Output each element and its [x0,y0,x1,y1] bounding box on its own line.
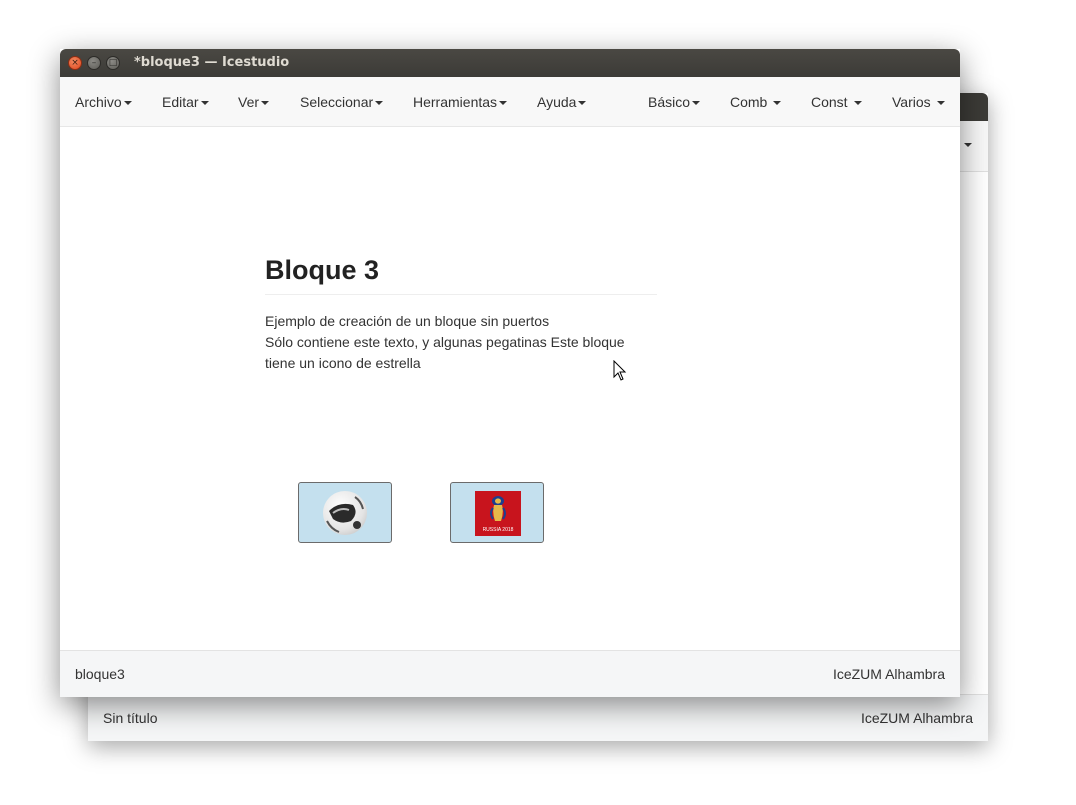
icestudio-window: × – □ *bloque3 — Icestudio Archivo Edita… [60,49,960,697]
caret-down-icon [499,101,508,106]
maximize-icon: □ [108,58,118,68]
menu-label: Archivo [75,94,122,110]
menu-label: Const [811,94,848,110]
project-name: bloque3 [75,666,125,682]
close-button[interactable]: × [68,56,82,70]
caret-down-icon [123,101,132,106]
menubar: Archivo Editar Ver Seleccionar Herramien… [60,77,960,127]
menu-comb[interactable]: Comb [730,94,782,110]
chevron-down-icon[interactable] [964,143,972,147]
caret-down-icon [936,101,945,106]
caret-down-icon [261,101,270,106]
emblem-sticker[interactable]: RUSSIA 2018 [450,482,544,543]
soccer-ball-icon [323,491,367,535]
background-project-name: Sin título [103,710,158,726]
window-titlebar[interactable]: × – □ *bloque3 — Icestudio [60,49,960,77]
menu-label: Herramientas [413,94,498,110]
info-title: Bloque 3 [265,254,657,295]
menu-ayuda[interactable]: Ayuda [537,94,587,110]
menu-label: Editar [162,94,199,110]
background-board-name: IceZUM Alhambra [860,710,973,726]
board-name[interactable]: IceZUM Alhambra [833,666,945,682]
menu-herramientas[interactable]: Herramientas [413,94,508,110]
menu-const[interactable]: Const [811,94,862,110]
menu-label: Seleccionar [300,94,374,110]
design-canvas[interactable]: Bloque 3 Ejemplo de creación de un bloqu… [60,127,960,650]
menu-label: Comb [730,94,768,110]
background-window-footer: Sin título IceZUM Alhambra [88,694,988,741]
window-title: *bloque3 — Icestudio [134,55,290,70]
close-icon: × [71,58,79,68]
caret-down-icon [853,101,862,106]
minimize-button[interactable]: – [87,56,101,70]
ball-sticker[interactable] [298,482,392,543]
menu-label: Básico [648,94,691,110]
caret-down-icon [692,101,701,106]
menu-label: Varios [892,94,931,110]
menu-archivo[interactable]: Archivo [75,94,132,110]
minimize-icon: – [91,58,97,68]
menu-seleccionar[interactable]: Seleccionar [300,94,384,110]
caret-down-icon [200,101,209,106]
caret-down-icon [578,101,587,106]
caret-down-icon [773,101,782,106]
info-line: Ejemplo de creación de un bloque sin pue… [265,313,550,329]
mouse-pointer-icon [613,360,627,381]
maximize-button[interactable]: □ [106,56,120,70]
menu-label: Ayuda [537,94,577,110]
menu-basico[interactable]: Básico [648,94,701,110]
menu-ver[interactable]: Ver [238,94,270,110]
world-cup-emblem-icon: RUSSIA 2018 [475,491,521,536]
info-line: Sólo contiene este texto, y algunas pega… [265,334,625,371]
menu-label: Ver [238,94,260,110]
menu-varios[interactable]: Varios [892,94,945,110]
info-block[interactable]: Bloque 3 Ejemplo de creación de un bloqu… [265,254,657,374]
status-footer: bloque3 IceZUM Alhambra [60,650,960,697]
emblem-text: RUSSIA 2018 [483,527,514,533]
caret-down-icon [375,101,384,106]
menu-editar[interactable]: Editar [162,94,209,110]
info-text: Ejemplo de creación de un bloque sin pue… [265,311,657,374]
